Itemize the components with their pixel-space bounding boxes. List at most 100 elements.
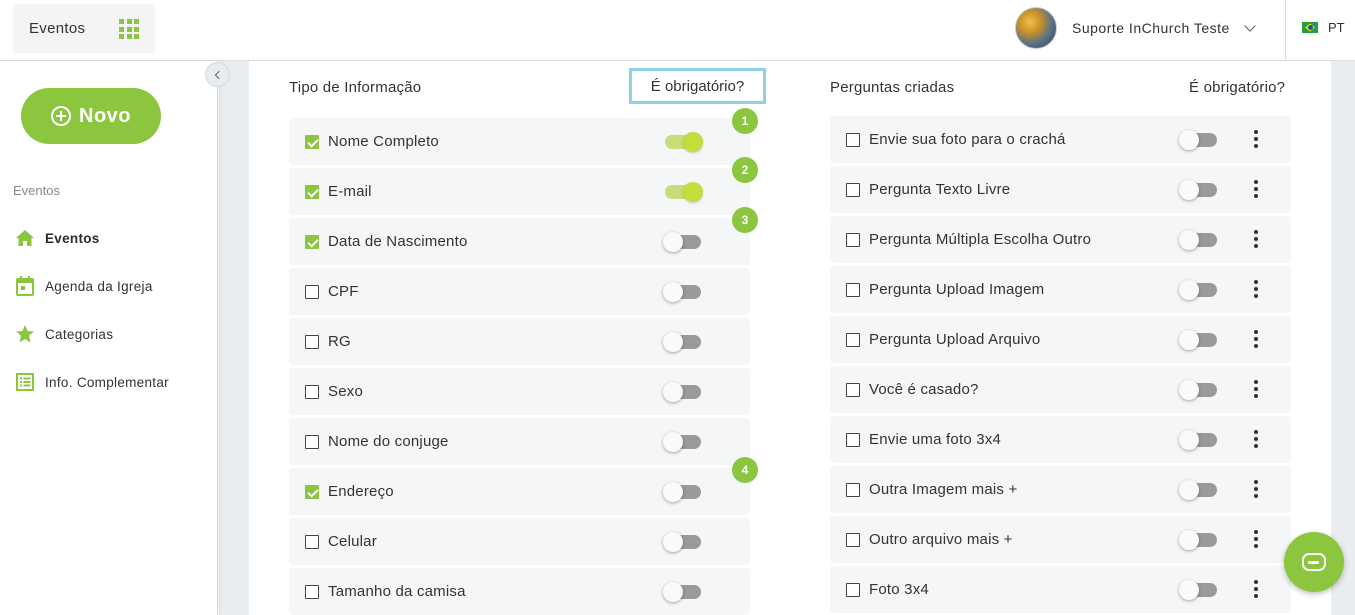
row-label: RG (328, 333, 351, 350)
checkbox[interactable] (846, 233, 860, 247)
chat-button[interactable] (1284, 532, 1344, 592)
more-options-icon[interactable] (1254, 230, 1258, 248)
required-toggle[interactable] (1179, 330, 1217, 350)
sidebar-item-categorias[interactable]: Categorias (15, 323, 113, 345)
sidebar-item-eventos[interactable]: Eventos (15, 227, 100, 249)
checkbox[interactable] (305, 235, 319, 249)
sidebar-item-agenda[interactable]: Agenda da Igreja (15, 275, 153, 297)
app-switcher[interactable]: Eventos (13, 4, 155, 53)
checkbox[interactable] (305, 335, 319, 349)
required-toggle[interactable] (663, 382, 701, 402)
row-label: Pergunta Texto Livre (869, 181, 1011, 198)
required-toggle[interactable] (1179, 280, 1217, 300)
list-item: Pergunta Upload Arquivo (830, 316, 1291, 363)
checkbox[interactable] (846, 133, 860, 147)
step-marker: 1 (732, 108, 758, 134)
required-toggle[interactable] (663, 332, 701, 352)
apps-grid-icon[interactable] (119, 19, 139, 39)
new-button[interactable]: Novo (21, 88, 161, 144)
more-options-icon[interactable] (1254, 580, 1258, 598)
list-icon (15, 372, 35, 392)
more-options-icon[interactable] (1254, 530, 1258, 548)
required-toggle[interactable] (665, 182, 703, 202)
checkbox[interactable] (305, 535, 319, 549)
checkbox[interactable] (846, 533, 860, 547)
list-item: Envie sua foto para o crachá (830, 116, 1291, 163)
checkbox[interactable] (305, 485, 319, 499)
required-toggle[interactable] (1179, 580, 1217, 600)
user-name[interactable]: Suporte InChurch Teste (1072, 20, 1230, 36)
row-label: Envie sua foto para o crachá (869, 131, 1066, 148)
required-toggle[interactable] (1179, 480, 1217, 500)
checkbox[interactable] (846, 283, 860, 297)
checkbox[interactable] (305, 585, 319, 599)
required-toggle[interactable] (663, 282, 701, 302)
list-item: E-mail (289, 168, 750, 215)
more-options-icon[interactable] (1254, 430, 1258, 448)
row-label: Nome Completo (328, 133, 439, 150)
more-options-icon[interactable] (1254, 130, 1258, 148)
info-type-header: Tipo de Informação (289, 79, 422, 96)
row-label: Você é casado? (869, 381, 979, 398)
list-item: CPF (289, 268, 750, 315)
chevron-down-icon[interactable] (1244, 19, 1256, 32)
row-label: Outra Imagem mais + (869, 481, 1018, 498)
sidebar-item-info-complementar[interactable]: Info. Complementar (15, 371, 169, 393)
chat-icon (1302, 553, 1326, 571)
brazil-flag-icon (1302, 22, 1318, 33)
created-questions-header: Perguntas criadas (830, 79, 955, 96)
language-selector[interactable]: PT (1302, 20, 1345, 35)
row-label: Tamanho da camisa (328, 583, 466, 600)
collapse-sidebar-button[interactable] (205, 62, 230, 87)
list-item: Data de Nascimento (289, 218, 750, 265)
required-toggle[interactable] (1179, 530, 1217, 550)
required-toggle[interactable] (663, 582, 701, 602)
checkbox[interactable] (846, 433, 860, 447)
step-marker: 2 (732, 157, 758, 183)
row-label: E-mail (328, 183, 372, 200)
more-options-icon[interactable] (1254, 180, 1258, 198)
home-icon (15, 228, 35, 248)
row-label: Sexo (328, 383, 363, 400)
app-name: Eventos (29, 20, 86, 37)
row-label: Pergunta Upload Imagem (869, 281, 1045, 298)
required-toggle[interactable] (1179, 230, 1217, 250)
checkbox[interactable] (846, 333, 860, 347)
checkbox[interactable] (305, 135, 319, 149)
required-toggle[interactable] (663, 482, 701, 502)
checkbox[interactable] (846, 383, 860, 397)
checkbox[interactable] (305, 185, 319, 199)
required-toggle[interactable] (663, 432, 701, 452)
checkbox[interactable] (305, 385, 319, 399)
avatar[interactable] (1015, 7, 1057, 49)
plus-circle-icon (51, 106, 71, 126)
more-options-icon[interactable] (1254, 480, 1258, 498)
new-button-label: Novo (79, 104, 131, 127)
more-options-icon[interactable] (1254, 330, 1258, 348)
chevron-left-icon (214, 70, 224, 79)
checkbox[interactable] (846, 583, 860, 597)
required-toggle[interactable] (1179, 130, 1217, 150)
row-label: Pergunta Múltipla Escolha Outro (869, 231, 1092, 248)
checkbox[interactable] (846, 183, 860, 197)
list-item: Celular (289, 518, 750, 565)
row-label: CPF (328, 283, 359, 300)
checkbox[interactable] (846, 483, 860, 497)
required-toggle[interactable] (1179, 430, 1217, 450)
more-options-icon[interactable] (1254, 280, 1258, 298)
sidebar-item-label: Categorias (45, 326, 114, 342)
row-label: Pergunta Upload Arquivo (869, 331, 1041, 348)
required-toggle[interactable] (665, 132, 703, 152)
checkbox[interactable] (305, 285, 319, 299)
list-item: Outra Imagem mais + (830, 466, 1291, 513)
more-options-icon[interactable] (1254, 380, 1258, 398)
required-toggle[interactable] (663, 532, 701, 552)
checkbox[interactable] (305, 435, 319, 449)
required-toggle[interactable] (1179, 380, 1217, 400)
required-toggle[interactable] (663, 232, 701, 252)
star-icon (15, 324, 35, 344)
list-item: Endereço (289, 468, 750, 515)
required-toggle[interactable] (1179, 180, 1217, 200)
row-label: Outro arquivo mais + (869, 531, 1013, 548)
user-menu[interactable]: Suporte InChurch Teste (1015, 6, 1256, 50)
